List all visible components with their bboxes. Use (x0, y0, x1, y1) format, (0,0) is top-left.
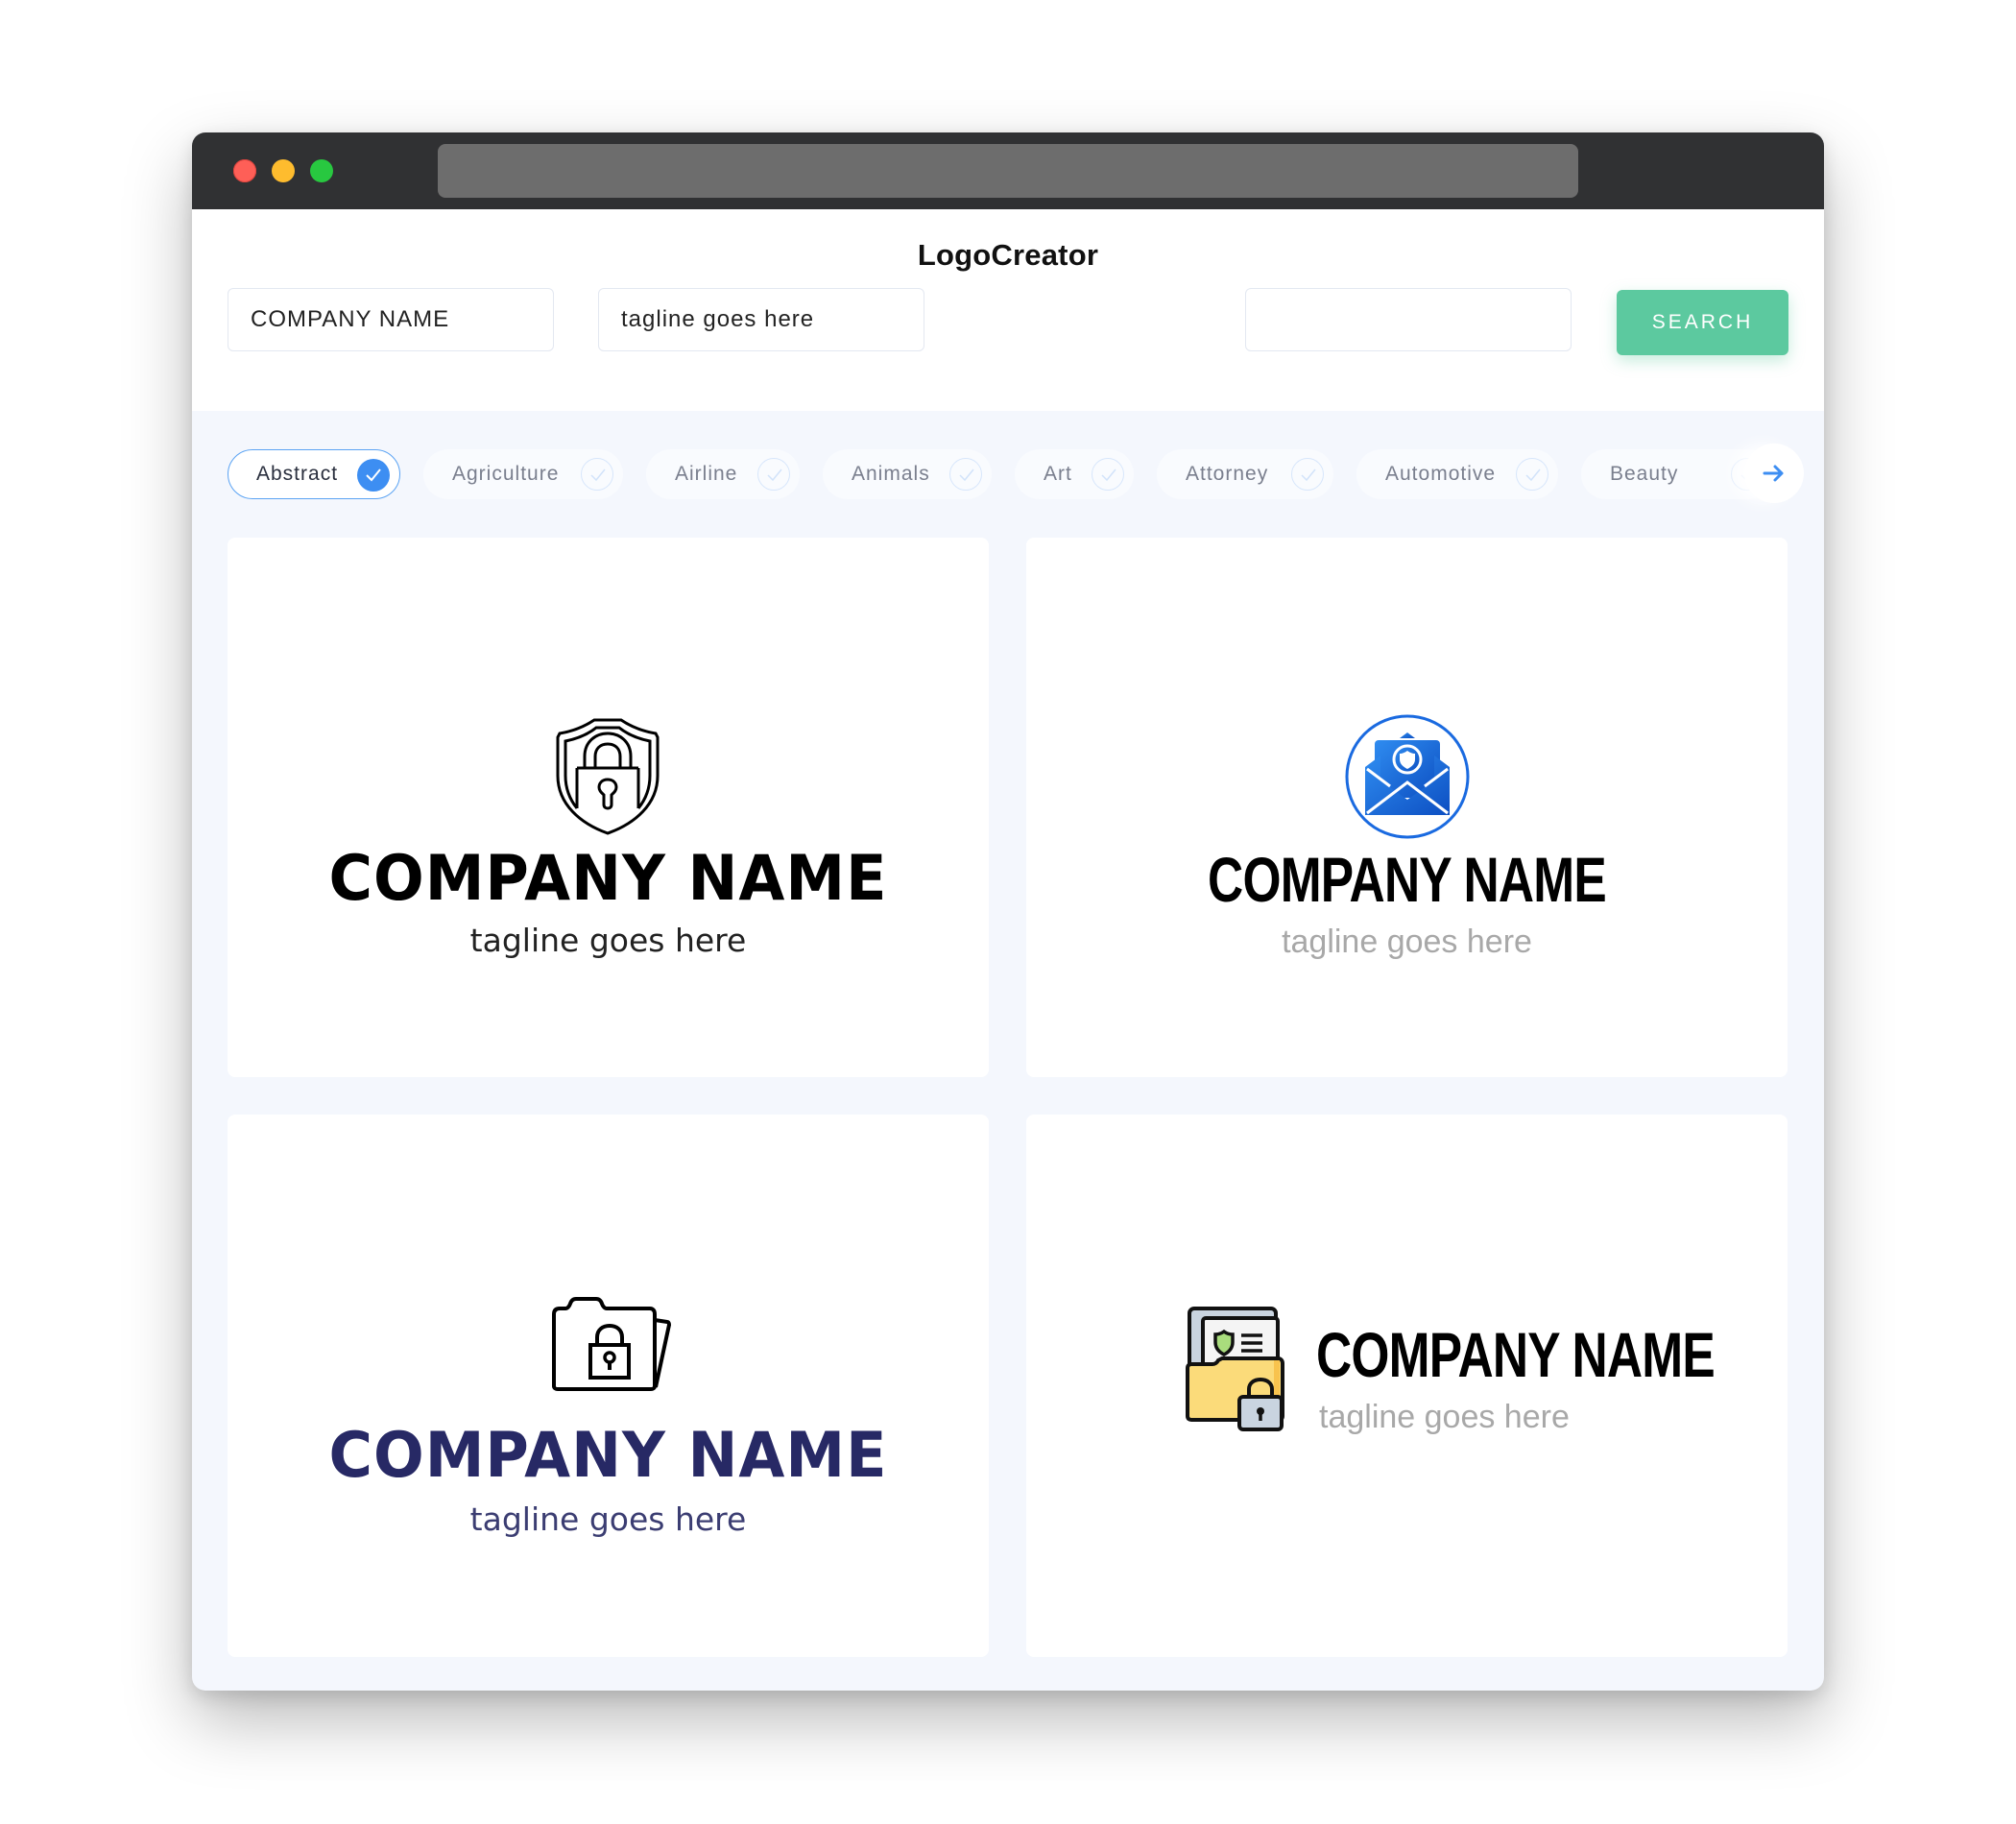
category-chip-agriculture[interactable]: Agriculture (423, 449, 623, 499)
category-chip-attorney[interactable]: Attorney (1157, 449, 1333, 499)
checkmark-icon (1291, 458, 1324, 491)
logo-tagline: tagline goes here (1319, 1399, 1570, 1435)
category-label: Airline (675, 463, 738, 485)
close-window-button[interactable] (233, 159, 256, 182)
arrow-right-icon (1763, 465, 1784, 482)
logo-company-name: COMPANY NAME (1208, 844, 1607, 915)
category-label: Abstract (256, 463, 339, 485)
category-label: Art (1044, 463, 1072, 485)
browser-window: LogoCreator COMPANY NAME tagline goes he… (192, 132, 1824, 1691)
checkmark-icon (757, 458, 790, 491)
category-chip-automotive[interactable]: Automotive (1356, 449, 1558, 499)
minimize-window-button[interactable] (272, 159, 295, 182)
logo-company-name: COMPANY NAME (328, 841, 888, 915)
logo-company-name: COMPANY NAME (328, 1418, 888, 1492)
logo-card[interactable]: COMPANY NAME tagline goes here (1026, 538, 1788, 1077)
company-name-input[interactable]: COMPANY NAME (228, 288, 554, 351)
category-chip-abstract[interactable]: Abstract (228, 449, 400, 499)
logo-card[interactable]: COMPANY NAME tagline goes here (228, 538, 989, 1077)
locked-folder-icon (552, 1297, 672, 1391)
checkmark-icon (357, 459, 390, 492)
logo-tagline: tagline goes here (469, 1500, 747, 1538)
checkmark-icon (949, 458, 982, 491)
logo-card[interactable]: COMPANY NAME tagline goes here (228, 1115, 989, 1657)
logo-tagline: tagline goes here (469, 922, 747, 959)
address-bar[interactable] (438, 144, 1578, 198)
logo-tagline: tagline goes here (1282, 924, 1532, 960)
secure-envelope-icon (1345, 714, 1470, 839)
title-bar (192, 132, 1824, 209)
secure-document-folder-icon (1186, 1307, 1284, 1431)
app-title: LogoCreator (917, 238, 1099, 272)
category-chip-animals[interactable]: Animals (823, 449, 992, 499)
category-label: Beauty (1610, 463, 1679, 485)
category-label: Agriculture (452, 463, 560, 485)
shield-padlock-icon (556, 718, 660, 835)
tagline-input[interactable]: tagline goes here (598, 288, 924, 351)
category-label: Automotive (1385, 463, 1497, 485)
checkmark-icon (1516, 458, 1548, 491)
category-chip-airline[interactable]: Airline (646, 449, 800, 499)
next-categories-button[interactable] (1744, 444, 1804, 503)
maximize-window-button[interactable] (310, 159, 333, 182)
checkmark-icon (581, 458, 613, 491)
checkmark-icon (1092, 458, 1124, 491)
category-label: Animals (852, 463, 930, 485)
category-filter-bar: Abstract Agriculture Airline Animals Art… (228, 444, 1804, 503)
logo-company-name: COMPANY NAME (1316, 1319, 1716, 1390)
category-chip-art[interactable]: Art (1015, 449, 1134, 499)
keyword-input[interactable] (1245, 288, 1572, 351)
logo-card[interactable]: COMPANY NAME tagline goes here (1026, 1115, 1788, 1657)
category-label: Attorney (1186, 463, 1269, 485)
search-button[interactable]: SEARCH (1617, 290, 1788, 355)
